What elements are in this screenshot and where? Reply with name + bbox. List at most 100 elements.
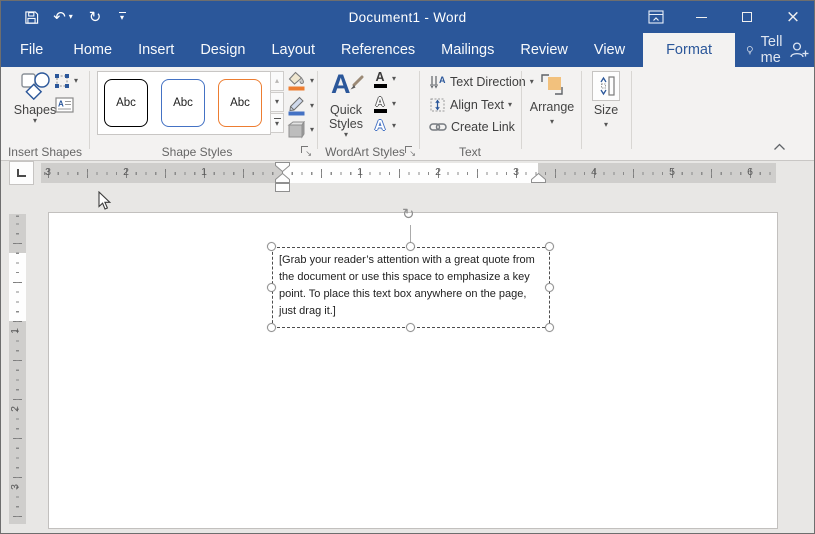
gallery-scroll-up-button[interactable]: ▴ [270,71,284,91]
right-indent-marker[interactable] [531,173,546,183]
h-ruler-number: 2 [435,166,441,178]
text-box-icon: A [55,97,74,113]
align-text-button[interactable]: Align Text ▾ [429,97,512,113]
text-direction-label: Text Direction [450,75,526,89]
arrange-label: Arrange [530,100,574,114]
tabrow-right [788,33,815,67]
size-label: Size [594,103,618,117]
text-outline-icon: A [372,96,388,113]
resize-handle-w[interactable] [267,283,276,292]
size-icon [592,71,620,101]
group-label-text: Text [459,145,481,159]
dialog-launcher-shape-styles[interactable]: ↘ [301,146,312,157]
text-box-text: [Grab your reader’s attention with a gre… [279,252,545,320]
shape-effects-icon [287,121,306,139]
lightbulb-icon [746,42,754,59]
tab-layout[interactable]: Layout [258,33,328,67]
gallery-more-button[interactable]: ▾ [270,113,284,133]
left-indent-marker[interactable] [275,183,290,192]
tab-selector[interactable] [9,161,34,185]
tab-format[interactable]: Format [643,33,735,67]
tab-mailings[interactable]: Mailings [428,33,507,67]
resize-handle-se[interactable] [545,323,554,332]
align-text-icon [429,97,446,113]
quick-styles-icon: A [329,69,363,101]
text-fill-button[interactable]: A ▾ [372,71,396,88]
size-button[interactable]: Size ▾ [587,71,625,129]
shape-fill-icon [287,71,306,91]
close-icon: × [786,9,800,26]
shapes-label: Shapes [14,103,56,117]
first-line-indent-marker[interactable] [275,162,290,172]
close-button[interactable]: × [776,1,810,33]
shape-fill-button[interactable]: ▾ [287,71,314,91]
document-area: 321123456 123 ↻ [G [1,161,814,534]
word-window: ↶ ▾ ↻ ▾ Document1 - Word × File [0,0,815,534]
text-effects-icon: A [372,119,388,132]
resize-handle-ne[interactable] [545,242,554,251]
create-link-button[interactable]: Create Link [429,120,515,134]
edit-points-icon [54,73,70,89]
text-direction-button[interactable]: A Text Direction ▾ [429,74,534,90]
tab-references[interactable]: References [328,33,428,67]
shape-style-option-1[interactable]: Abc [104,79,148,127]
v-ruler-number: 1 [9,328,21,334]
dialog-launcher-wordart-styles[interactable]: ↘ [405,146,416,157]
shape-outline-icon [287,96,306,116]
gallery-scroll-down-button[interactable]: ▾ [270,92,284,112]
tell-me-button[interactable]: Tell me [746,33,788,67]
maximize-icon [742,12,752,22]
text-outline-button[interactable]: A ▾ [372,96,396,113]
arrange-button[interactable]: Arrange ▾ [527,72,577,126]
horizontal-ruler[interactable]: 321123456 [41,163,776,183]
edit-shape-button[interactable]: ▾ [54,73,78,89]
resize-handle-sw[interactable] [267,323,276,332]
minimize-button[interactable] [684,1,718,33]
main-tabs: HomeInsertDesignLayoutReferencesMailings… [60,33,638,67]
svg-text:A: A [439,75,446,85]
minimize-icon [696,17,707,18]
rotation-handle[interactable]: ↻ [402,205,415,223]
draw-text-box-button[interactable]: A [55,97,74,113]
resize-handle-s[interactable] [406,323,415,332]
style-gallery: Abc Abc Abc [97,71,271,135]
tab-home[interactable]: Home [60,33,125,67]
resize-handle-e[interactable] [545,283,554,292]
ribbon-tab-row: File HomeInsertDesignLayoutReferencesMai… [1,33,814,67]
mouse-cursor [98,191,112,211]
tab-view[interactable]: View [581,33,638,67]
create-link-icon [429,121,447,133]
h-ruler-number: 1 [201,166,207,178]
align-text-label: Align Text [450,98,504,112]
v-ruler-number: 3 [9,484,21,490]
shape-style-option-2[interactable]: Abc [161,79,205,127]
tab-file[interactable]: File [3,33,60,67]
vertical-ruler[interactable]: 123 [9,214,26,524]
h-ruler-number: 4 [591,166,597,178]
tab-stop-icon [17,169,26,177]
maximize-button[interactable] [730,1,764,33]
tell-me-label: Tell me [761,34,788,66]
ribbon-display-options-icon [648,10,664,24]
tab-insert[interactable]: Insert [125,33,187,67]
quick-styles-button[interactable]: A Quick Styles ▾ [322,69,370,139]
collapse-ribbon-button[interactable] [773,143,786,151]
group-label-wordart-styles: WordArt Styles [325,145,405,159]
shape-effects-button[interactable]: ▾ [287,121,314,139]
shape-outline-button[interactable]: ▾ [287,96,314,116]
ribbon-display-options-button[interactable] [639,1,673,33]
resize-handle-n[interactable] [406,242,415,251]
group-label-insert-shapes: Insert Shapes [8,145,82,159]
text-effects-button[interactable]: A ▾ [372,119,396,132]
resize-handle-nw[interactable] [267,242,276,251]
svg-text:A: A [58,100,64,109]
h-ruler-number: 5 [669,166,675,178]
tab-design[interactable]: Design [187,33,258,67]
create-link-label: Create Link [451,120,515,134]
share-button[interactable] [788,41,810,59]
rotation-stem [410,225,411,243]
ribbon: Shapes ▾ ▾ A Insert Shapes Abc Abc Abc [1,67,814,161]
hanging-indent-marker[interactable] [275,173,290,183]
shape-style-option-3[interactable]: Abc [218,79,262,127]
tab-review[interactable]: Review [507,33,581,67]
